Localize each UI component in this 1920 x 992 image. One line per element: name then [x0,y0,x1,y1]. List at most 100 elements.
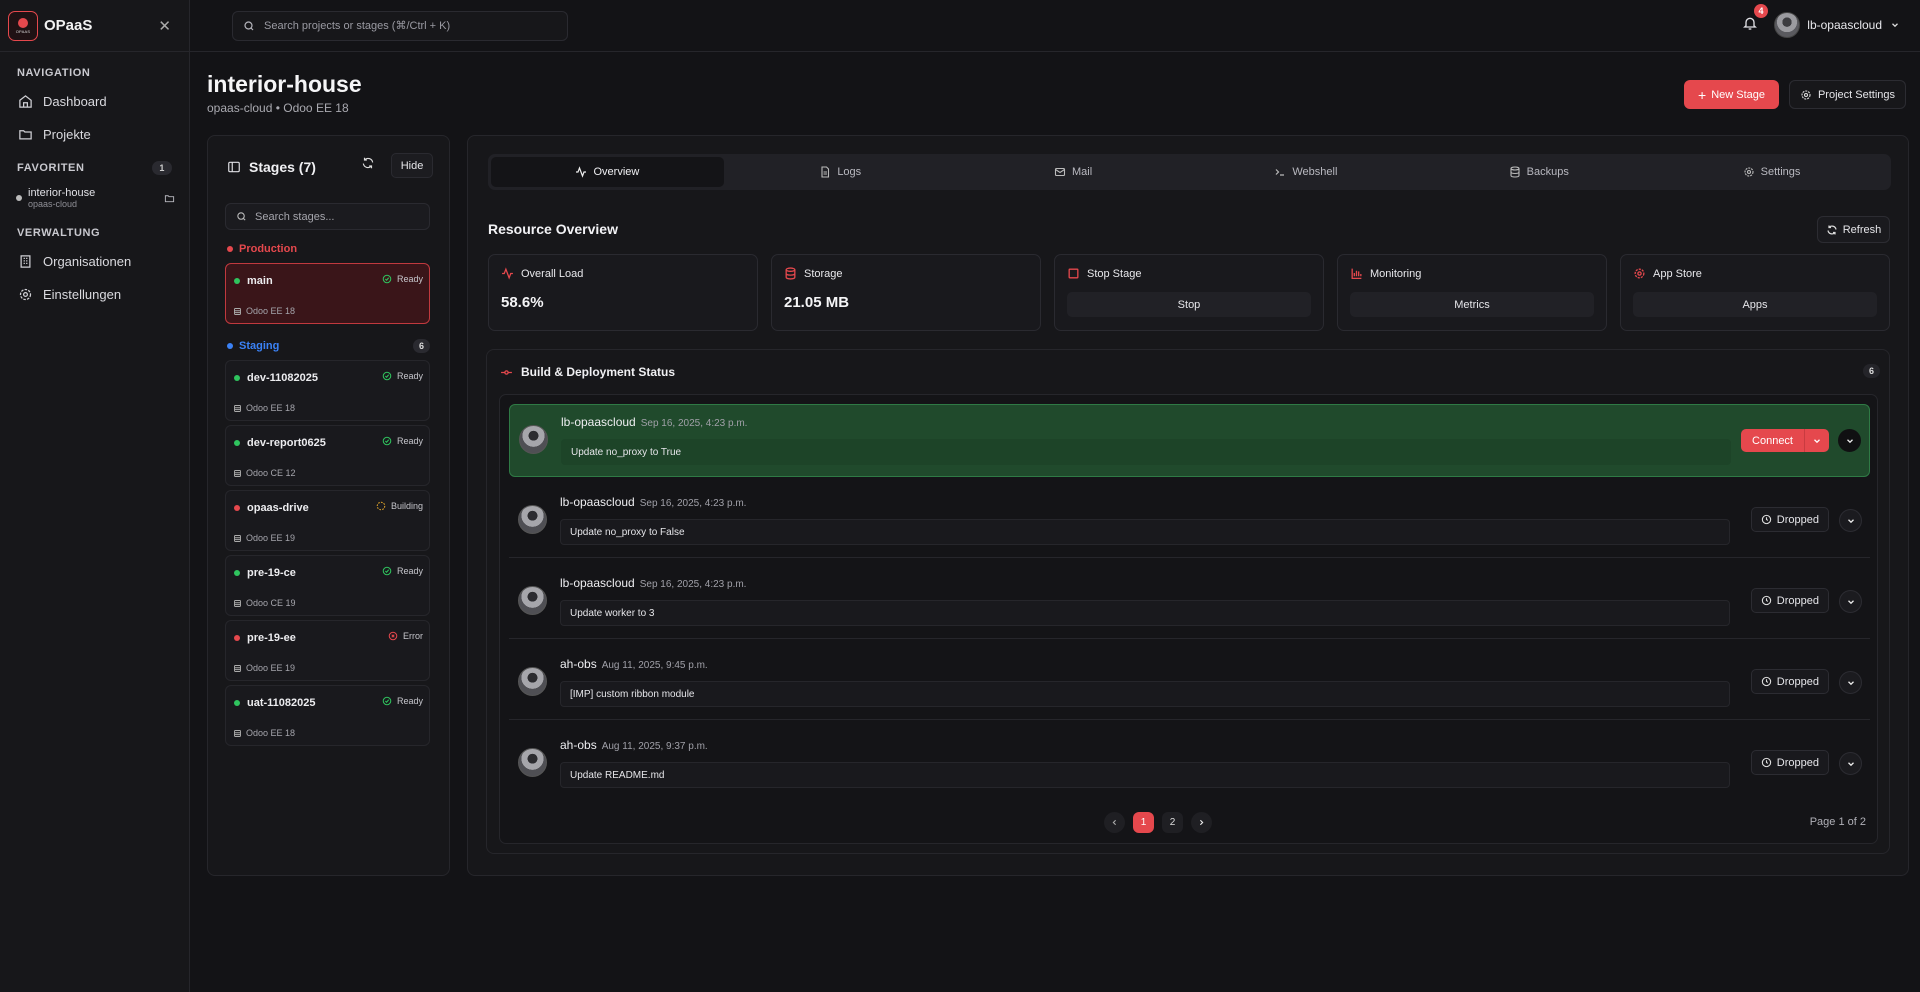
stage-search-input[interactable]: Search stages... [225,203,430,230]
sidebar-item-projekte[interactable]: Projekte [0,118,189,151]
staging-group-label: Staging 6 [227,339,430,353]
folder-open-icon[interactable] [164,193,175,204]
build-author: lb-opaascloud [560,495,635,509]
database-icon [234,599,241,607]
chevron-down-icon [1846,438,1853,443]
database-icon [785,267,796,280]
status-dot [234,375,240,381]
expand-button[interactable] [1839,509,1862,532]
build-date: Aug 11, 2025, 9:37 p.m. [601,741,708,752]
dropped-status-button[interactable]: Dropped [1750,507,1829,532]
status-dot [234,505,240,511]
app-name: OPaaS [44,17,93,34]
dropped-status-button[interactable]: Dropped [1750,750,1829,775]
stage-card-main[interactable]: main Ready Odoo EE 18 [225,263,430,324]
commit-message: Update no_proxy to True [561,439,1731,465]
tab-overview[interactable]: Overview [491,157,724,187]
expand-button[interactable] [1838,429,1861,452]
production-group-label: Production [227,243,430,255]
connect-button-group: Connect [1741,429,1829,452]
user-menu[interactable]: lb-opaascloud [1774,12,1900,38]
admin-section-title: VERWALTUNG [17,227,101,239]
clock-icon [1761,757,1771,768]
page-button-2[interactable]: 2 [1162,812,1183,833]
stage-detail-panel: Overview Logs Mail Webshell Backups Sett… [467,135,1909,876]
page-title: interior-house [207,71,362,97]
status-dot [234,635,240,641]
tab-webshell[interactable]: Webshell [1189,157,1422,187]
stage-card-uat-11082025[interactable]: uat-11082025 Ready Odoo EE 18 [225,685,430,746]
project-settings-button[interactable]: Project Settings [1789,80,1906,109]
build-date: Sep 16, 2025, 4:23 p.m. [639,498,747,509]
stage-card-pre-19-ce[interactable]: pre-19-ce Ready Odoo CE 19 [225,555,430,616]
terminal-icon [1275,169,1285,176]
bell-icon[interactable] [1742,15,1758,31]
gear-icon [1744,167,1754,177]
tab-mail[interactable]: Mail [957,157,1190,187]
build-author: lb-opaascloud [561,415,636,429]
database-icon [234,534,241,542]
stage-card-pre-19-ee[interactable]: pre-19-ee Error Odoo EE 19 [225,620,430,681]
stage-card-dev-report0625[interactable]: dev-report0625 Ready Odoo CE 12 [225,425,430,486]
refresh-icon[interactable] [361,156,375,170]
favorite-item[interactable]: interior-house opaas-cloud [0,183,189,213]
refresh-button[interactable]: Refresh [1817,216,1890,243]
stage-card-dev-11082025[interactable]: dev-11082025 Ready Odoo EE 18 [225,360,430,421]
sidebar-item-label: Projekte [43,127,91,142]
prev-page-button[interactable] [1104,812,1125,833]
expand-button[interactable] [1839,671,1862,694]
avatar [1774,12,1801,38]
overall-load-value: 58.6% [501,294,544,311]
avatar [518,505,547,534]
page-button-1[interactable]: 1 [1133,812,1154,833]
sidebar: OPAAS OPaaS ✕ NAVIGATION Dashboard Proje… [0,0,190,992]
sidebar-item-einstellungen[interactable]: Einstellungen [0,278,189,311]
avatar [518,667,547,696]
chevron-down-icon [1847,761,1854,766]
storage-value: 21.05 MB [784,294,850,311]
search-icon [237,212,246,221]
sidebar-item-dashboard[interactable]: Dashboard [0,85,189,118]
favorites-count: 1 [152,161,172,175]
dropped-status-button[interactable]: Dropped [1750,588,1829,613]
chevron-down-icon [1847,518,1854,523]
tab-logs[interactable]: Logs [724,157,957,187]
tab-settings[interactable]: Settings [1655,157,1888,187]
avatar [518,748,547,777]
close-sidebar-icon[interactable]: ✕ [158,17,171,35]
stop-button[interactable]: Stop [1067,292,1311,317]
hide-stages-button[interactable]: Hide [391,153,433,178]
check-circle-icon [382,566,392,576]
build-author: ah-obs [560,738,597,752]
database-icon [234,307,241,315]
sidebar-panel-icon [228,161,240,173]
page-subtitle: opaas-cloud • Odoo EE 18 [207,101,349,115]
build-row[interactable]: lb-opaascloud Sep 16, 2025, 4:23 p.m. Upd… [509,404,1870,477]
user-name: lb-opaascloud [1807,18,1882,32]
next-page-button[interactable] [1191,812,1212,833]
status-dot [234,278,240,284]
stage-card-opaas-drive[interactable]: opaas-drive Building Odoo EE 19 [225,490,430,551]
expand-button[interactable] [1839,752,1862,775]
apps-button[interactable]: Apps [1633,292,1877,317]
app-logo[interactable]: OPAAS [8,10,38,41]
build-row[interactable]: lb-opaascloud Sep 16, 2025, 4:23 p.m. Upd… [509,485,1870,558]
expand-button[interactable] [1839,590,1862,613]
global-search-input[interactable]: Search projects or stages (⌘/Ctrl + K) [232,10,568,41]
chart-icon [1351,268,1362,280]
connect-dropdown-button[interactable] [1805,429,1829,452]
tab-backups[interactable]: Backups [1422,157,1655,187]
stop-stage-card: Stop Stage Stop [1054,254,1324,331]
build-row[interactable]: ah-obs Aug 11, 2025, 9:37 p.m. Update REA… [509,728,1870,801]
connect-button[interactable]: Connect [1741,429,1805,452]
build-date: Aug 11, 2025, 9:45 p.m. [601,660,708,671]
clock-icon [1761,676,1771,687]
metrics-button[interactable]: Metrics [1350,292,1594,317]
sidebar-item-label: Organisationen [43,254,132,269]
dropped-status-button[interactable]: Dropped [1750,669,1829,694]
build-row[interactable]: lb-opaascloud Sep 16, 2025, 4:23 p.m. Upd… [509,566,1870,639]
build-row[interactable]: ah-obs Aug 11, 2025, 9:45 p.m. [IMP] cust… [509,647,1870,720]
check-circle-icon [382,274,392,284]
new-stage-button[interactable]: + New Stage [1684,80,1779,109]
sidebar-item-organisationen[interactable]: Organisationen [0,245,189,278]
